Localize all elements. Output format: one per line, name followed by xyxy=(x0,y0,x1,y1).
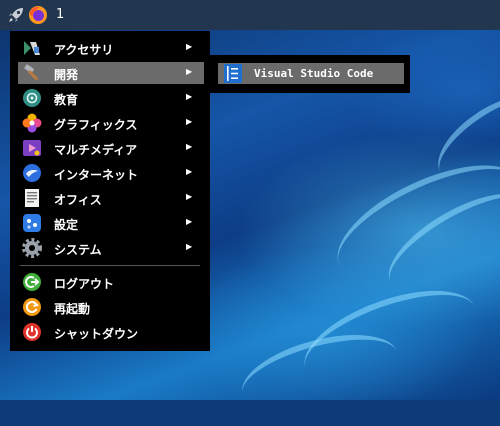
submenu-arrow-icon: ▶ xyxy=(186,142,193,151)
submenu-arrow-icon: ▶ xyxy=(186,192,193,201)
menu-item-development[interactable]: 開発 ▶ xyxy=(18,62,204,84)
menu-item-education[interactable]: 教育 ▶ xyxy=(18,87,204,109)
menu-item-label: 設定 xyxy=(54,218,79,232)
menu-item-label: マルチメディア xyxy=(54,143,138,157)
menu-item-reboot[interactable]: 再起動 xyxy=(18,296,204,318)
graphics-icon xyxy=(22,113,42,133)
shutdown-icon xyxy=(22,322,42,342)
menu-item-shutdown[interactable]: シャットダウン xyxy=(18,321,204,343)
submenu-arrow-icon: ▶ xyxy=(186,42,193,51)
submenu-item-vscode[interactable]: Visual Studio Code xyxy=(218,63,404,84)
menu-item-accessories[interactable]: アクセサリ ▶ xyxy=(18,37,204,59)
rocket-icon[interactable] xyxy=(6,5,26,25)
menu-item-office[interactable]: オフィス ▶ xyxy=(18,187,204,209)
firefox-icon[interactable] xyxy=(28,5,48,25)
menu-item-system[interactable]: システム ▶ xyxy=(18,237,204,259)
workspace-number[interactable]: 1 xyxy=(56,7,64,22)
application-menu: アクセサリ ▶ 開発 ▶ 教育 ▶ グラフィックス ▶ マルチメディア ▶ イン… xyxy=(10,31,210,351)
menu-item-label: グラフィックス xyxy=(54,118,138,132)
menu-item-label: アクセサリ xyxy=(54,43,114,57)
menu-item-label: 開発 xyxy=(54,68,79,82)
menu-item-logout[interactable]: ログアウト xyxy=(18,271,204,293)
menu-item-settings[interactable]: 設定 ▶ xyxy=(18,212,204,234)
menu-item-label: 再起動 xyxy=(54,302,91,316)
submenu-arrow-icon: ▶ xyxy=(186,167,193,176)
menu-item-label: システム xyxy=(54,243,102,257)
menu-item-label: 教育 xyxy=(54,93,79,107)
menu-item-label: ログアウト xyxy=(54,277,115,291)
top-panel: 1 xyxy=(0,0,500,30)
reboot-icon xyxy=(22,297,42,317)
internet-icon xyxy=(22,163,42,183)
submenu-arrow-icon: ▶ xyxy=(186,217,193,226)
submenu-arrow-icon: ▶ xyxy=(186,242,193,251)
menu-item-graphics[interactable]: グラフィックス ▶ xyxy=(18,112,204,134)
multimedia-icon xyxy=(22,138,42,158)
office-document-icon xyxy=(22,188,42,208)
settings-icon xyxy=(22,213,42,233)
menu-item-internet[interactable]: インターネット ▶ xyxy=(18,162,204,184)
menu-separator xyxy=(20,265,200,266)
vscode-icon xyxy=(224,64,242,83)
logout-icon xyxy=(22,272,42,292)
development-submenu: Visual Studio Code xyxy=(210,55,410,93)
development-hammer-icon xyxy=(22,63,42,83)
submenu-arrow-icon: ▶ xyxy=(186,117,193,126)
accessories-icon xyxy=(22,38,42,58)
submenu-arrow-icon: ▶ xyxy=(186,92,193,101)
menu-item-label: インターネット xyxy=(54,168,139,182)
menu-item-label: オフィス xyxy=(54,193,102,207)
education-icon xyxy=(22,88,42,108)
submenu-item-label: Visual Studio Code xyxy=(254,67,374,80)
submenu-arrow-icon: ▶ xyxy=(186,67,193,76)
menu-item-label: シャットダウン xyxy=(54,327,139,341)
system-gear-icon xyxy=(22,238,42,258)
menu-item-multimedia[interactable]: マルチメディア ▶ xyxy=(18,137,204,159)
